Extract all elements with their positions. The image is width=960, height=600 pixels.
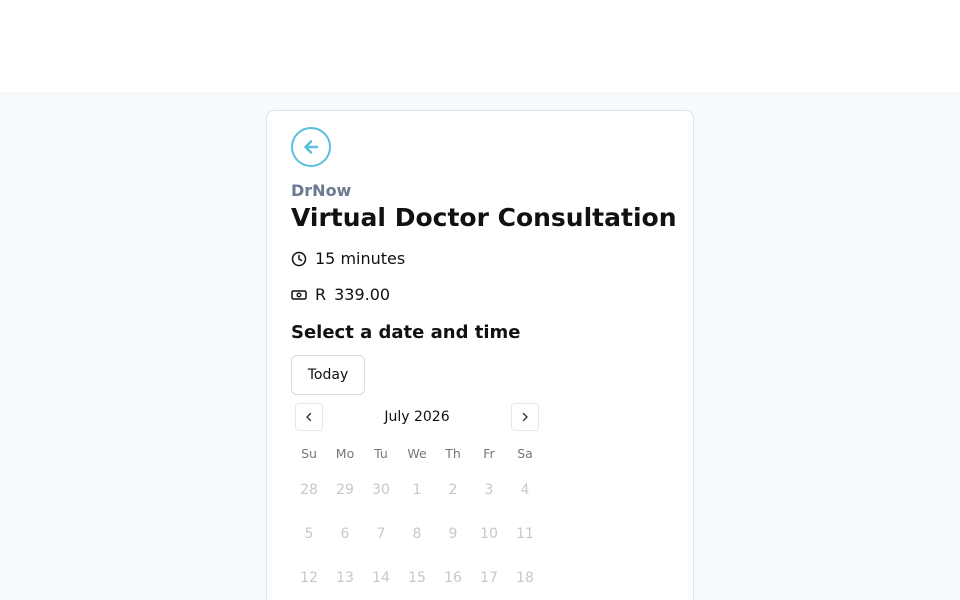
calendar-day-disabled: 18 (516, 570, 534, 586)
provider-name: DrNow (291, 181, 352, 200)
today-button[interactable]: Today (291, 355, 365, 395)
calendar-day-disabled: 2 (448, 482, 458, 498)
duration-text: 15 minutes (315, 249, 406, 268)
calendar-day-disabled: 1 (412, 482, 422, 498)
calendar-day-disabled: 11 (516, 526, 534, 542)
calendar-day-disabled: 3 (484, 482, 494, 498)
calendar-week: 28 29 30 1 2 3 4 (291, 482, 543, 498)
calendar-day-disabled: 17 (480, 570, 498, 586)
calendar-day-disabled: 28 (300, 482, 318, 498)
calendar-day-disabled: 8 (412, 526, 422, 542)
calendar-week: 5 6 7 8 9 10 11 (291, 526, 543, 542)
clock-icon (291, 251, 307, 267)
banknote-icon (291, 287, 307, 303)
weekday-label: Mo (335, 446, 355, 461)
arrow-left-icon (302, 138, 320, 156)
weekday-label: Fr (483, 446, 495, 461)
calendar-day-disabled: 16 (444, 570, 462, 586)
calendar-day-disabled: 6 (340, 526, 350, 542)
calendar-day-disabled: 13 (336, 570, 354, 586)
next-month-button[interactable] (511, 403, 539, 431)
calendar-day-disabled: 10 (480, 526, 498, 542)
calendar-day-disabled: 14 (372, 570, 390, 586)
top-bar (0, 0, 960, 92)
calendar-day-disabled: 30 (372, 482, 390, 498)
calendar-day-disabled: 15 (408, 570, 426, 586)
weekday-label: Th (445, 446, 461, 461)
section-title: Select a date and time (291, 322, 521, 343)
weekday-label: Su (301, 446, 317, 461)
previous-month-button[interactable] (295, 403, 323, 431)
weekday-label: We (407, 446, 427, 461)
price-row: R 339.00 (291, 285, 390, 304)
weekday-label: Sa (517, 446, 533, 461)
weekday-header: Su Mo Tu We Th Fr Sa (291, 446, 543, 461)
calendar-day-disabled: 9 (448, 526, 458, 542)
calendar-day-disabled: 29 (336, 482, 354, 498)
calendar-day-disabled: 4 (520, 482, 530, 498)
calendar-day-disabled: 12 (300, 570, 318, 586)
chevron-right-icon (519, 411, 531, 423)
price-amount: 339.00 (334, 285, 391, 304)
chevron-left-icon (303, 411, 315, 423)
calendar-day-disabled: 5 (304, 526, 314, 542)
calendar-week: 12 13 14 15 16 17 18 (291, 570, 543, 586)
booking-card: DrNow Virtual Doctor Consultation 15 min… (266, 110, 694, 600)
weekday-label: Tu (374, 446, 388, 461)
calendar-day-disabled: 7 (376, 526, 386, 542)
month-label: July 2026 (384, 409, 450, 425)
back-button[interactable] (291, 127, 331, 167)
duration-row: 15 minutes (291, 249, 405, 268)
event-title: Virtual Doctor Consultation (291, 203, 677, 232)
price-currency: R (315, 285, 327, 304)
